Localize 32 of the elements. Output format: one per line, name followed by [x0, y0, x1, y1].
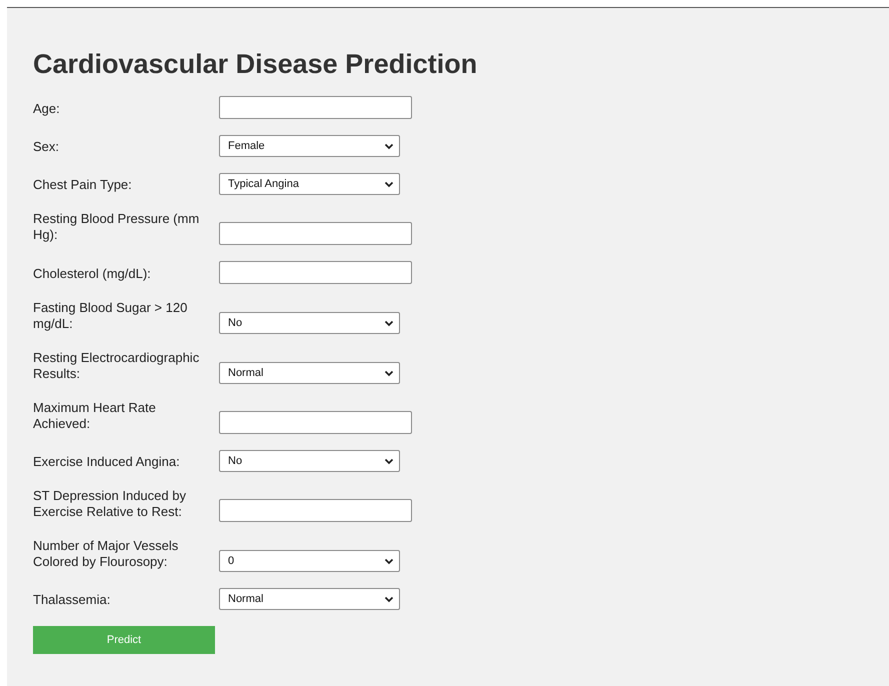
- chevron-down-icon: [384, 458, 394, 464]
- dropdown[interactable]: 0: [219, 550, 400, 572]
- dropdown[interactable]: Normal: [219, 588, 400, 610]
- dropdown[interactable]: No: [219, 312, 400, 334]
- input-field[interactable]: [219, 499, 412, 522]
- dropdown[interactable]: No: [219, 450, 400, 472]
- dropdown[interactable]: Normal: [219, 362, 400, 384]
- field-label: Resting Electrocardiographic Results:: [33, 350, 200, 382]
- chevron-down-icon: [384, 142, 394, 150]
- input-field[interactable]: [219, 222, 412, 245]
- field-label: Cholesterol (mg/dL):: [33, 266, 152, 283]
- field-label: Fasting Blood Sugar > 120 mg/dL:: [33, 300, 188, 333]
- input-field[interactable]: [219, 261, 412, 284]
- field-label: ST Depression Induced by Exercise Relative to Rest:: [33, 488, 187, 520]
- chevron-down-icon: [384, 558, 394, 564]
- dropdown[interactable]: Typical Angina: [219, 173, 400, 195]
- field-label: Thalassemia:: [33, 592, 112, 608]
- field-label: Chest Pain Type:: [33, 176, 133, 194]
- input-field[interactable]: [219, 96, 412, 119]
- input-field[interactable]: [219, 411, 412, 434]
- dropdown[interactable]: Female: [219, 135, 400, 157]
- field-label: Maximum Heart Rate Achieved:: [33, 400, 157, 432]
- chevron-down-icon: [384, 320, 394, 326]
- field-label: Resting Blood Pressure (mm Hg):: [33, 211, 200, 244]
- field-label: Sex:: [33, 138, 60, 156]
- page-title: Cardiovascular Disease Prediction: [33, 48, 478, 81]
- field-label: Number of Major Vessels Colored by Flourosopy:: [33, 538, 180, 571]
- chevron-down-icon: [384, 180, 394, 188]
- chevron-down-icon: [384, 596, 394, 602]
- field-label: Age:: [33, 100, 61, 118]
- field-label: Exercise Induced Angina:: [33, 454, 181, 471]
- chevron-down-icon: [384, 370, 394, 376]
